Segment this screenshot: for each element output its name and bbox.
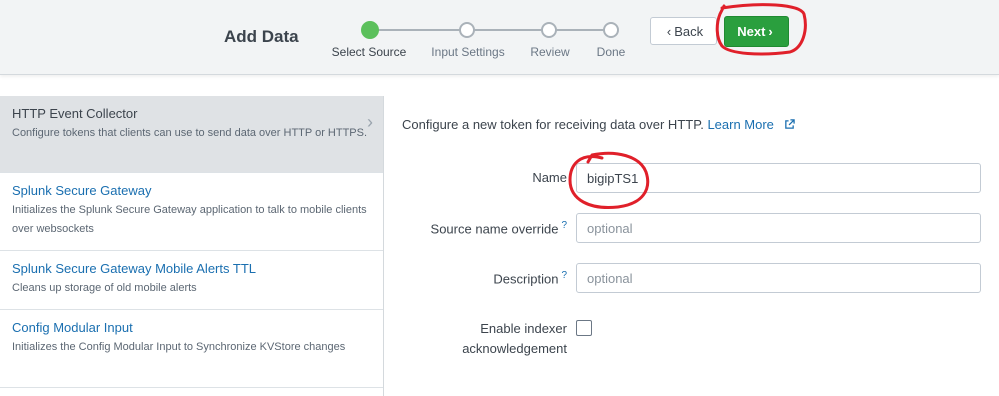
name-label: Name bbox=[532, 170, 567, 185]
external-link-icon bbox=[784, 119, 795, 129]
help-icon[interactable]: ? bbox=[561, 270, 567, 281]
chevron-right-icon: › bbox=[768, 24, 773, 39]
list-item-title: Splunk Secure Gateway Mobile Alerts TTL bbox=[12, 261, 256, 276]
name-input[interactable] bbox=[576, 163, 981, 193]
source-name-override-label: Source name override? bbox=[400, 220, 567, 236]
learn-more-link[interactable]: Learn More bbox=[707, 117, 795, 132]
step-connector bbox=[467, 29, 549, 31]
list-item-title: Config Modular Input bbox=[12, 320, 133, 335]
wizard-header: Add Data Select Source Input Settings Re… bbox=[0, 0, 999, 75]
list-item-mobile-alerts-ttl[interactable]: Splunk Secure Gateway Mobile Alerts TTL … bbox=[0, 251, 383, 310]
help-icon[interactable]: ? bbox=[561, 220, 567, 231]
source-name-override-input[interactable] bbox=[576, 213, 981, 243]
step-dot-select-source bbox=[361, 21, 379, 39]
step-label-review: Review bbox=[530, 45, 570, 59]
chevron-left-icon: ‹ bbox=[666, 23, 672, 39]
intro-text: Configure a new token for receiving data… bbox=[402, 117, 704, 132]
step-dot-input-settings bbox=[459, 22, 475, 38]
step-label-done: Done bbox=[596, 45, 626, 59]
learn-more-label: Learn More bbox=[707, 117, 774, 132]
list-item-title: HTTP Event Collector bbox=[12, 106, 138, 121]
list-item-description: Initializes the Config Modular Input to … bbox=[12, 341, 346, 353]
list-item-description: Configure tokens that clients can use to… bbox=[12, 127, 368, 139]
step-dot-done bbox=[603, 22, 619, 38]
back-button[interactable]: ‹ Back bbox=[650, 17, 717, 45]
step-label-input-settings: Input Settings bbox=[431, 45, 505, 59]
description-label: Description? bbox=[440, 270, 567, 286]
list-item-description: Initializes the Splunk Secure Gateway ap… bbox=[12, 204, 367, 235]
chevron-right-icon: › bbox=[367, 112, 373, 132]
indexer-ack-label: Enable indexer acknowledgement bbox=[462, 321, 567, 356]
list-item-http-event-collector[interactable]: HTTP Event Collector Configure tokens th… bbox=[0, 96, 383, 173]
source-name-override-text: Source name override bbox=[430, 221, 559, 237]
list-item-splunk-secure-gateway[interactable]: Splunk Secure Gateway Initializes the Sp… bbox=[0, 173, 383, 251]
step-connector bbox=[369, 29, 467, 31]
next-button[interactable]: Next › bbox=[724, 16, 789, 47]
back-button-label: Back bbox=[674, 23, 704, 39]
step-progress: Select Source Input Settings Review Done bbox=[0, 0, 999, 74]
next-button-label: Next bbox=[737, 24, 766, 39]
form-intro: Configure a new token for receiving data… bbox=[402, 117, 795, 132]
indexer-ack-checkbox[interactable] bbox=[576, 320, 592, 336]
description-input[interactable] bbox=[576, 263, 981, 293]
step-connector bbox=[549, 29, 611, 31]
source-list: HTTP Event Collector Configure tokens th… bbox=[0, 96, 384, 396]
step-dot-review bbox=[541, 22, 557, 38]
list-item-description: Cleans up storage of old mobile alerts bbox=[12, 282, 197, 294]
list-item-title: Splunk Secure Gateway bbox=[12, 183, 152, 198]
description-text: Description bbox=[493, 271, 559, 287]
list-item-config-modular-input[interactable]: Config Modular Input Initializes the Con… bbox=[0, 310, 383, 388]
step-label-select-source: Select Source bbox=[331, 45, 407, 59]
